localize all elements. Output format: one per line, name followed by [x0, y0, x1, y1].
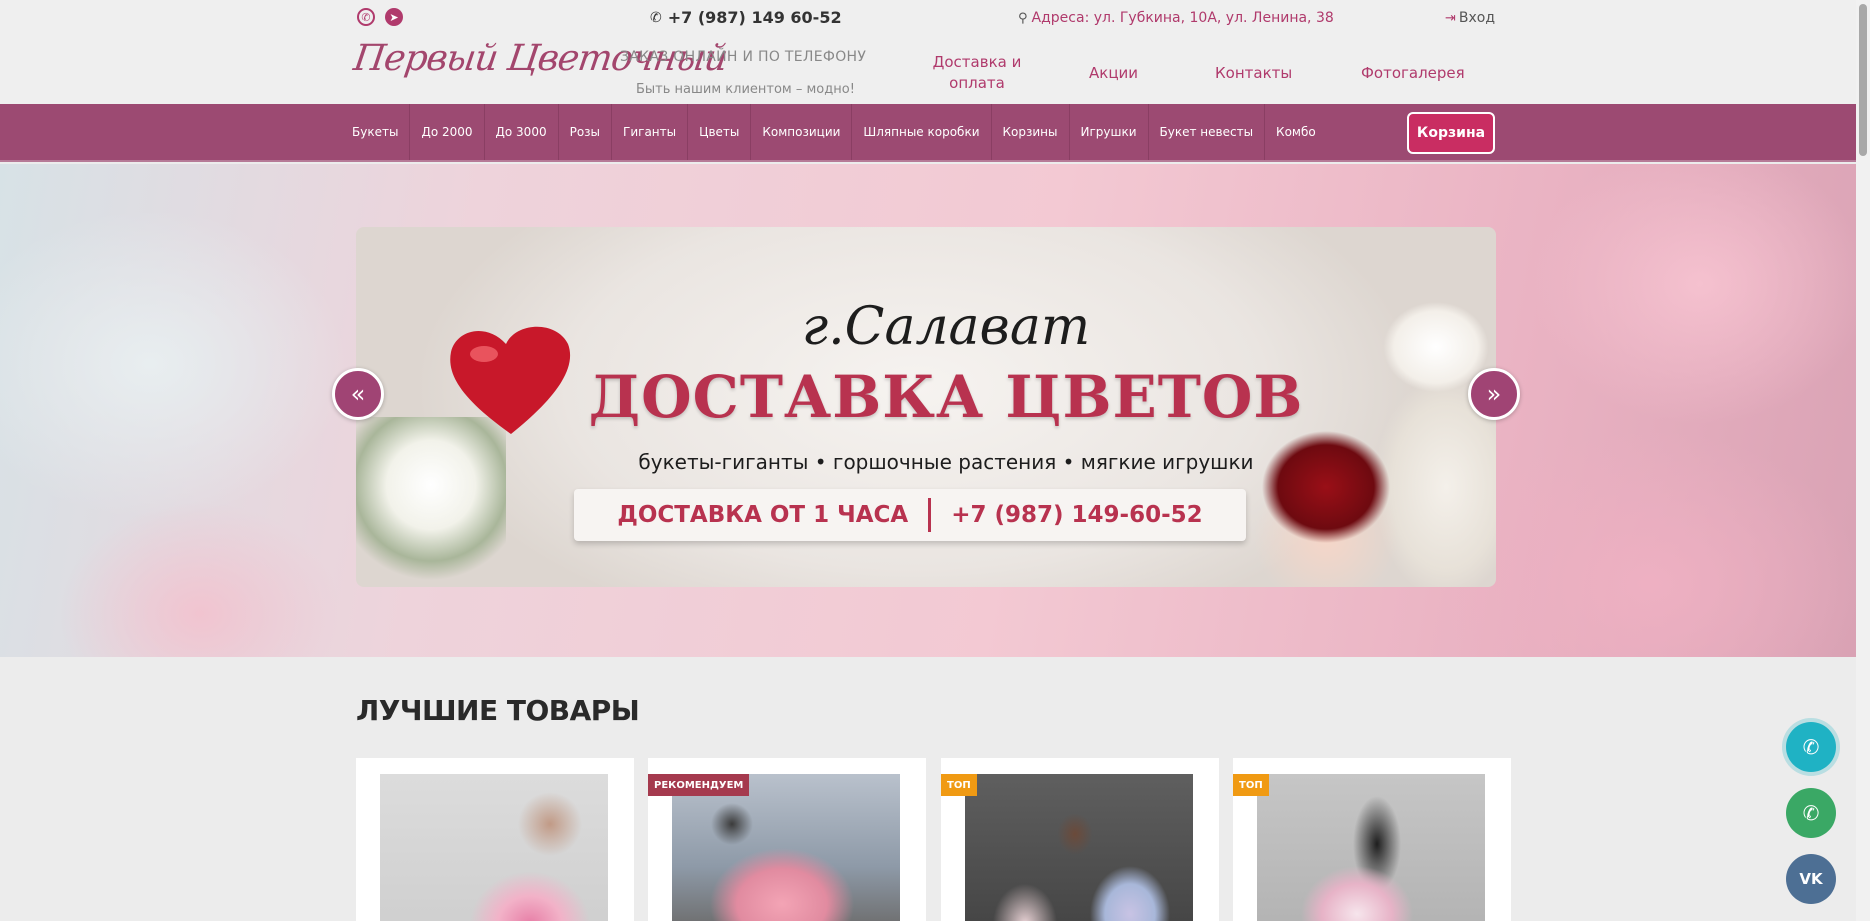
nav-delivery-line2: оплата	[949, 74, 1005, 92]
menu-item-compositions[interactable]: Композиции	[751, 104, 853, 160]
top-badge: ТОП	[941, 774, 977, 796]
vk-button[interactable]: VK	[1786, 854, 1836, 904]
tagline: ЗАКАЗ ОНЛАЙН И ПО ТЕЛЕФОНУ	[620, 49, 867, 65]
slider-prev-button[interactable]: «	[332, 368, 384, 420]
product-photo[interactable]	[1257, 774, 1485, 921]
banner-divider	[928, 498, 932, 532]
phone-icon: ✆	[650, 9, 662, 26]
scrollbar[interactable]	[1856, 0, 1870, 921]
product-card[interactable]: РЕКОМЕНДУЕМ	[648, 758, 926, 921]
menu-item-under-2000[interactable]: До 2000	[410, 104, 485, 160]
menu-item-bridal[interactable]: Букет невесты	[1149, 104, 1266, 160]
banner-delivery-text: ДОСТАВКА ОТ 1 ЧАСА	[617, 502, 909, 528]
nav-contacts[interactable]: Контакты	[1215, 64, 1292, 82]
header-address: ⚲ Адреса: ул. Губкина, 10А, ул. Ленина, …	[1018, 10, 1334, 26]
top-header: ✆ ➤ ✆ +7 (987) 149 60-52 ⚲ Адреса: ул. Г…	[0, 0, 1856, 104]
chevrons-right-icon: »	[1486, 380, 1502, 408]
menu-item-hat-boxes[interactable]: Шляпные коробки	[852, 104, 992, 160]
nav-gallery[interactable]: Фотогалерея	[1361, 64, 1465, 82]
banner-subline: букеты-гиганты • горшочные растения • мя…	[638, 450, 1254, 474]
whatsapp-icon[interactable]: ✆	[357, 8, 375, 26]
telegram-icon[interactable]: ➤	[385, 8, 403, 26]
menu-item-baskets[interactable]: Корзины	[992, 104, 1070, 160]
category-list: Букеты До 2000 До 3000 Розы Гиганты Цвет…	[345, 104, 1327, 160]
banner-city: г.Салават	[801, 297, 1091, 357]
top-badge: ТОП	[1233, 774, 1269, 796]
login-label[interactable]: Вход	[1459, 10, 1495, 26]
product-card[interactable]	[356, 758, 634, 921]
menu-item-under-3000[interactable]: До 3000	[485, 104, 559, 160]
banner-headline: ДОСТАВКА ЦВЕТОВ	[588, 363, 1304, 431]
red-roses-image	[1236, 417, 1416, 587]
slider-next-button[interactable]: »	[1468, 368, 1520, 420]
header-phone-number[interactable]: +7 (987) 149 60-52	[668, 8, 842, 27]
cart-button[interactable]: Корзина	[1407, 112, 1495, 154]
chevrons-left-icon: «	[350, 380, 366, 408]
nav-delivery[interactable]: Доставка и оплата	[926, 52, 1028, 94]
menu-item-roses[interactable]: Розы	[559, 104, 613, 160]
product-card[interactable]: ТОП	[941, 758, 1219, 921]
product-photo[interactable]	[965, 774, 1193, 921]
banner-delivery-box: ДОСТАВКА ОТ 1 ЧАСА +7 (987) 149-60-52	[574, 489, 1246, 541]
best-products-title: ЛУЧШИЕ ТОВАРЫ	[356, 694, 640, 727]
nav-promotions[interactable]: Акции	[1089, 64, 1138, 82]
recommend-badge: РЕКОМЕНДУЕМ	[648, 774, 750, 796]
address-text: Адреса: ул. Губкина, 10А, ул. Ленина, 38	[1031, 10, 1334, 26]
login-link[interactable]: ⇥ Вход	[1445, 10, 1495, 26]
whatsapp-icon: ✆	[1802, 801, 1820, 825]
header-phone[interactable]: ✆ +7 (987) 149 60-52	[650, 8, 842, 27]
scrollbar-thumb[interactable]	[1859, 4, 1867, 156]
vk-icon: VK	[1799, 870, 1823, 888]
location-pin-icon: ⚲	[1018, 10, 1028, 26]
social-links: ✆ ➤	[357, 8, 403, 26]
menu-item-bouquets[interactable]: Букеты	[345, 104, 411, 160]
menu-item-combo[interactable]: Комбо	[1265, 104, 1327, 160]
banner-phone: +7 (987) 149-60-52	[951, 502, 1203, 528]
category-menu: Букеты До 2000 До 3000 Розы Гиганты Цвет…	[0, 104, 1856, 162]
product-photo[interactable]	[672, 774, 900, 921]
menu-item-giants[interactable]: Гиганты	[612, 104, 689, 160]
menu-item-toys[interactable]: Игрушки	[1070, 104, 1149, 160]
login-icon: ⇥	[1445, 10, 1456, 26]
call-button[interactable]: ✆	[1786, 722, 1836, 772]
menu-item-flowers[interactable]: Цветы	[688, 104, 752, 160]
whatsapp-button[interactable]: ✆	[1786, 788, 1836, 838]
phone-icon: ✆	[1802, 735, 1820, 759]
product-photo[interactable]	[380, 774, 608, 921]
product-card[interactable]: ТОП	[1233, 758, 1511, 921]
slogan: Быть нашим клиентом – модно!	[636, 82, 855, 97]
promo-banner[interactable]: г.Салават ДОСТАВКА ЦВЕТОВ букеты-гиганты…	[356, 227, 1496, 587]
daisy-bouquet-image	[356, 417, 506, 587]
nav-delivery-line1: Доставка и	[932, 53, 1022, 71]
